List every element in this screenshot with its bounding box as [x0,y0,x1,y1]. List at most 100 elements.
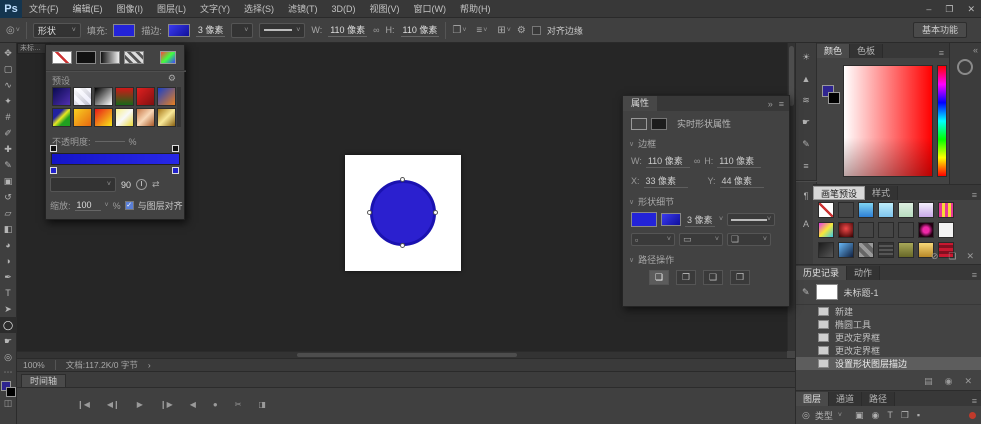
render-button[interactable]: ● [213,400,218,409]
gradient-preset-swatch[interactable] [94,108,113,127]
history-source-icon[interactable]: ✎ [802,287,810,298]
new-doc-from-state-button[interactable]: ▤ [924,376,933,387]
presets-scrollbar[interactable] [177,87,181,127]
zoom-level-field[interactable]: 100% [23,360,45,370]
history-state-row[interactable]: 设置形状图层描边 [796,357,981,370]
style-swatch[interactable] [818,222,834,238]
crop-tool[interactable]: # [0,109,17,125]
angle-dial-icon[interactable] [136,179,147,190]
gear-icon[interactable]: ⚙ [517,25,526,36]
anchor-point-left[interactable] [367,210,372,215]
history-state-row[interactable]: 更改定界框 [796,344,981,357]
chevron-down-icon[interactable]: ˅ [838,412,842,419]
style-swatch[interactable] [898,222,914,238]
gradient-preset-swatch[interactable] [94,87,113,106]
character-panel-icon[interactable]: A [803,219,809,229]
anchor-point-top[interactable] [400,177,405,182]
style-swatch[interactable] [918,202,934,218]
link-dimensions-icon[interactable]: ∞ [373,25,379,35]
collapse-panel-icon[interactable]: » [768,99,773,109]
shape-bounds-icon[interactable] [631,118,647,130]
close-button[interactable]: ✕ [967,0,975,18]
reverse-gradient-icon[interactable]: ⇄ [152,179,160,190]
new-style-button[interactable]: ❏ [948,251,956,262]
document-artboard[interactable] [345,155,461,271]
gradient-preset-swatch[interactable] [157,87,176,106]
menu-item[interactable]: 视图(V) [363,0,407,18]
menu-item[interactable]: 文件(F) [22,0,66,18]
gradient-preset-swatch[interactable] [136,108,155,127]
gradient-preset-swatch[interactable] [52,108,71,127]
zoom-tool[interactable]: ◎ [0,349,17,365]
tab-timeline[interactable]: 时间轴 [21,374,66,387]
menu-item[interactable]: 图层(L) [150,0,193,18]
subtract-shape-button[interactable]: ❐ [676,270,696,285]
angle-field[interactable]: 90 [121,180,131,190]
intersect-shapes-button[interactable]: ❑ [703,270,723,285]
stroke-cap-select[interactable]: ▭ ˅ [679,233,723,246]
section-path-operations-label[interactable]: 路径操作 [638,253,674,266]
libraries-icon[interactable] [957,59,973,75]
panel-menu-icon[interactable]: ≡ [972,190,981,200]
type-tool[interactable]: T [0,285,17,301]
style-swatch[interactable] [918,222,934,238]
history-snapshot-row[interactable]: ✎ 未标题-1 [796,280,981,305]
shape-stroke-width-field[interactable]: 3 像素 [685,213,715,227]
menu-item[interactable]: 窗口(W) [407,0,454,18]
no-fill-button[interactable] [52,51,72,64]
history-state-row[interactable]: 新建 [796,305,981,318]
ellipse-shape-tool[interactable]: ◯ [0,317,17,333]
paragraph-panel-icon[interactable]: ¶ [804,191,809,201]
filter-shape-layers-icon[interactable]: ❐ [901,410,909,421]
background-color-swatch[interactable] [828,92,840,104]
prev-frame-button[interactable]: ◀❙ [107,400,120,409]
split-button[interactable]: ✂ [235,400,242,409]
style-swatch[interactable] [878,222,894,238]
chevron-down-icon[interactable]: ∨ [629,256,634,264]
delete-state-button[interactable]: ✕ [964,376,972,387]
width-field[interactable]: 110 像素 [328,23,367,37]
chevron-down-icon[interactable]: ∨ [629,140,634,148]
toolbar-more-icon[interactable]: ⋯ [4,367,13,378]
quick-mask-icon[interactable]: ◫ [4,398,13,409]
gradient-preset-swatch[interactable] [115,87,134,106]
filter-adjustment-layers-icon[interactable]: ◉ [871,410,879,421]
workspace-switcher[interactable]: 基本功能 [913,22,967,38]
eraser-tool[interactable]: ▱ [0,205,17,221]
color-stop-right[interactable] [172,167,179,174]
stroke-options-select[interactable]: ˅ [231,23,253,38]
ellipse-shape[interactable] [370,180,436,246]
style-swatch[interactable] [818,202,834,218]
filter-active-indicator[interactable] [969,412,976,419]
history-brush-tool[interactable]: ↺ [0,189,17,205]
histogram-icon[interactable]: ▲ [802,74,811,84]
eyedropper-tool[interactable]: ✐ [0,125,17,141]
chevron-down-icon[interactable]: ∨ [629,198,634,206]
panel-menu-icon[interactable]: ≡ [779,99,784,109]
gradient-tool[interactable]: ◧ [0,221,17,237]
color-panel-swatches[interactable] [822,85,840,103]
style-swatch[interactable] [858,242,874,258]
go-first-frame-button[interactable]: ❙◀ [77,400,90,409]
anchor-point-bottom[interactable] [400,243,405,248]
minimize-button[interactable]: – [926,0,931,18]
panel-tab[interactable]: 图层 [796,392,829,406]
solid-fill-button[interactable] [76,51,96,64]
healing-brush-tool[interactable]: ✚ [0,141,17,157]
style-swatch[interactable] [838,222,854,238]
gradient-preset-swatch[interactable] [73,87,92,106]
brush-tool[interactable]: ✎ [0,157,17,173]
horizontal-scrollbar-thumb[interactable] [297,353,517,357]
audio-button[interactable]: ◀ [190,400,196,409]
section-transform-label[interactable]: 边框 [638,137,656,150]
hue-slider[interactable] [937,65,947,177]
horizontal-scrollbar[interactable] [17,351,787,358]
color-stop-left[interactable] [50,167,57,174]
panel-tab[interactable]: 历史记录 [796,266,847,280]
expand-dock-icon[interactable]: « [973,45,978,55]
lasso-tool[interactable]: ∿ [0,77,17,93]
history-state-row[interactable]: 更改定界框 [796,331,981,344]
clone-stamp-tool[interactable]: ▣ [0,173,17,189]
transition-button[interactable]: ◨ [258,400,266,409]
gradient-preset-swatch[interactable] [136,87,155,106]
